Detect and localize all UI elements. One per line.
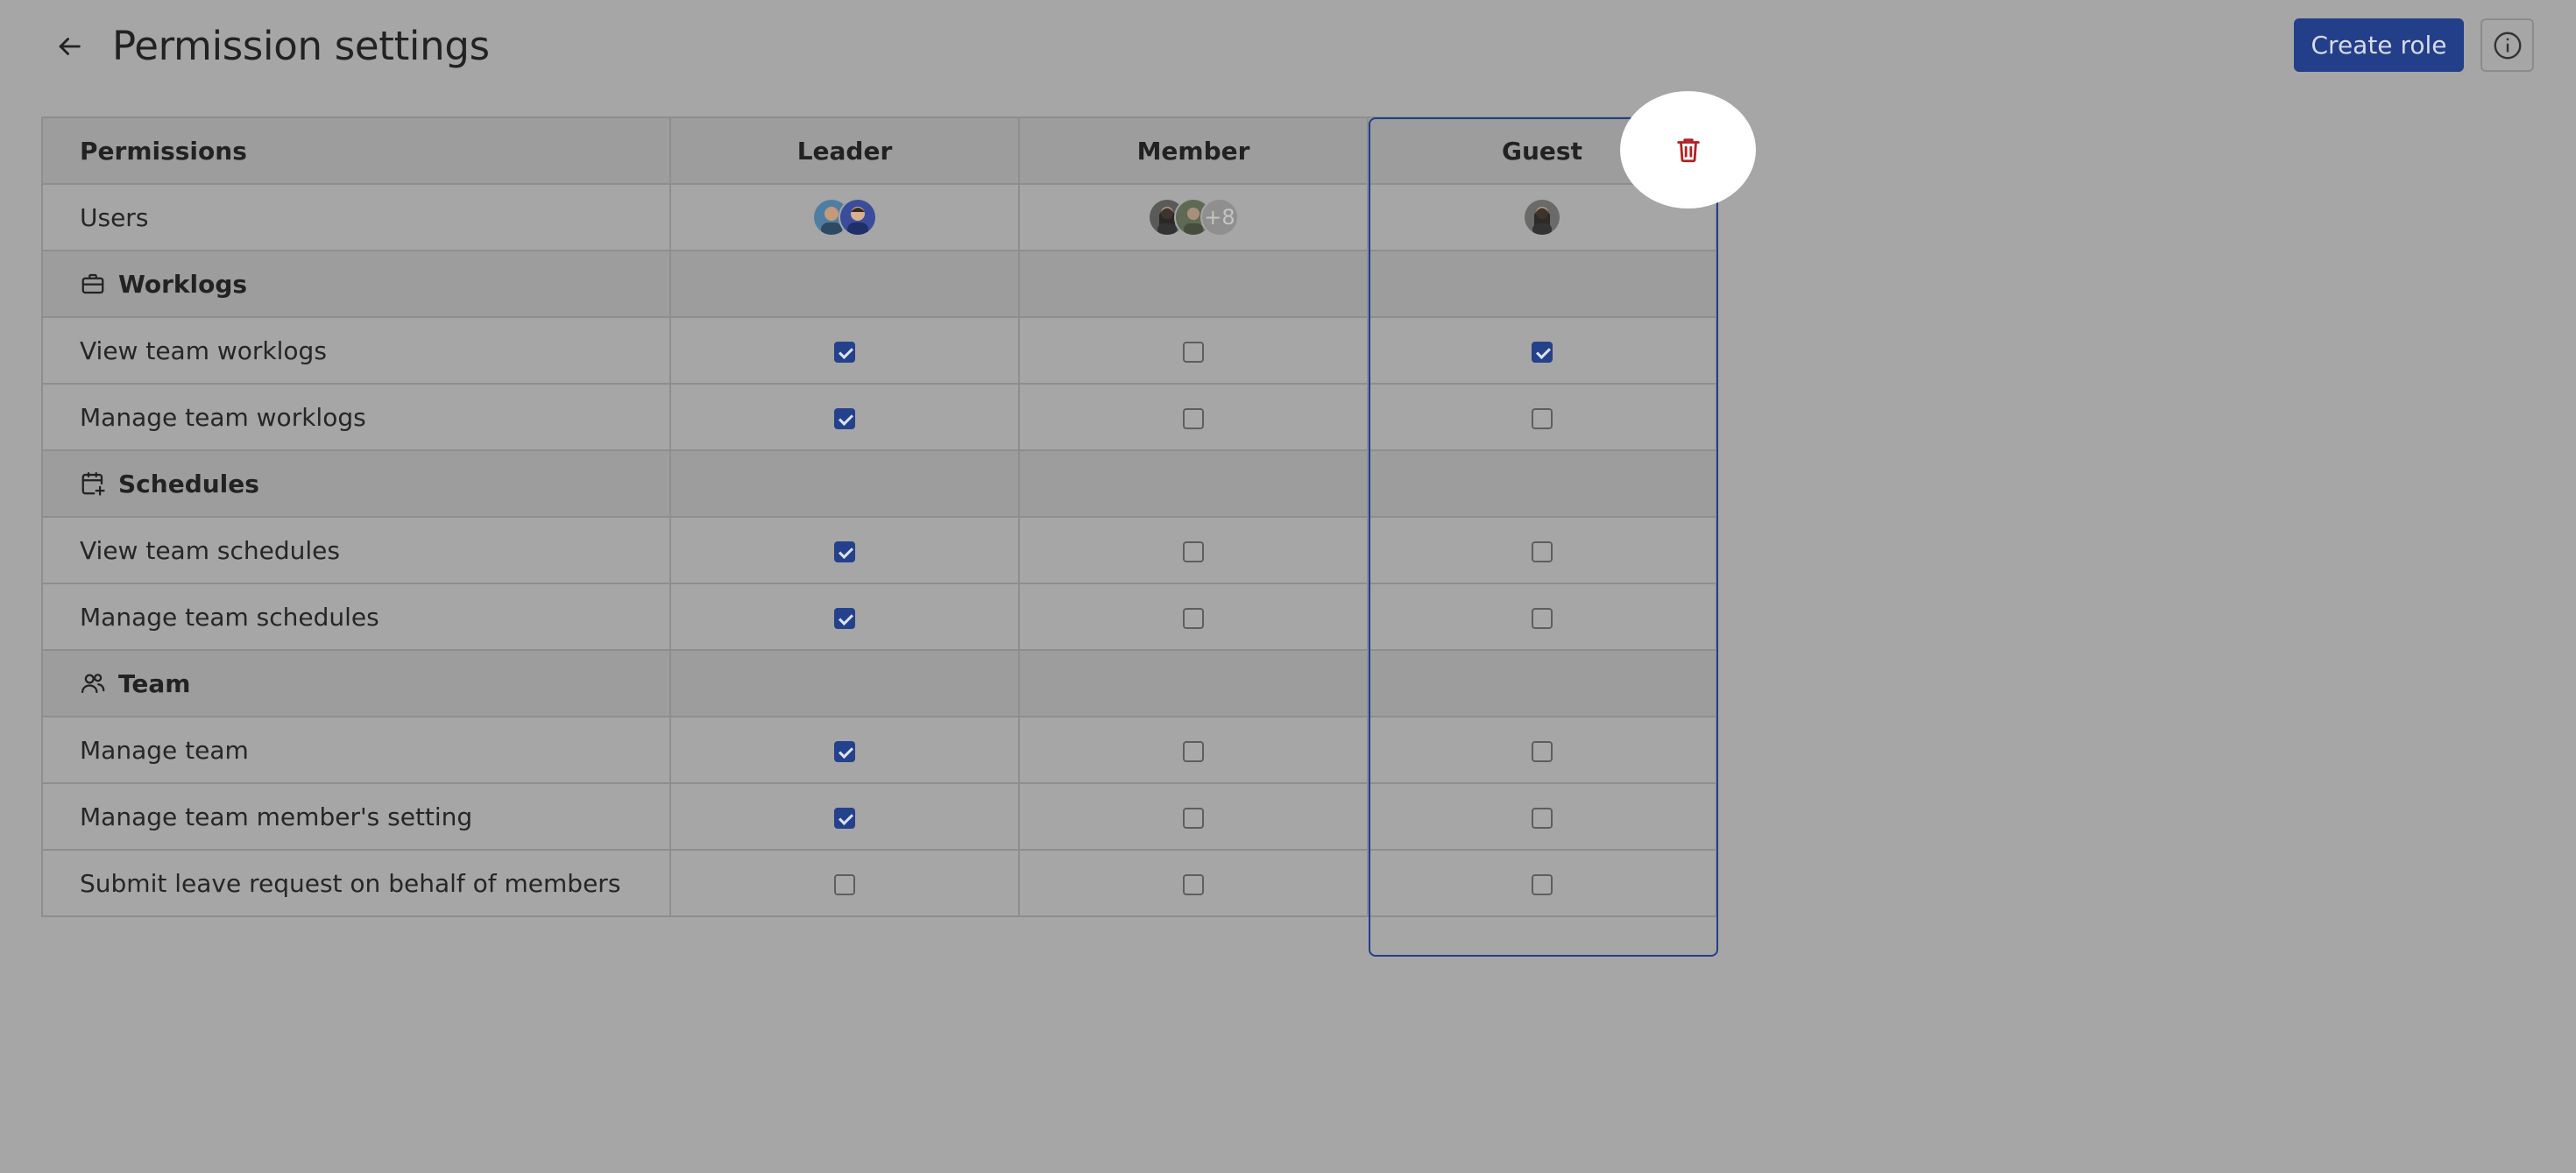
table-header-row: Permissions Leader Member Guest [41, 117, 1717, 185]
section-title: Worklogs [118, 269, 248, 299]
delete-role-button[interactable] [1620, 91, 1756, 208]
member-checkbox[interactable] [1183, 607, 1204, 629]
leader-users-cell[interactable] [669, 183, 1020, 251]
leader-checkbox[interactable] [834, 740, 855, 762]
guest-checkbox[interactable] [1532, 607, 1553, 629]
member-checkbox[interactable] [1183, 873, 1204, 895]
users-row: Users +8 [41, 183, 1717, 251]
page-title: Permission settings [112, 23, 490, 69]
section-title: Team [118, 668, 191, 698]
table-row: Manage team member's setting [41, 782, 1717, 851]
users-icon [81, 674, 105, 694]
member-checkbox[interactable] [1183, 807, 1204, 829]
member-checkbox[interactable] [1183, 341, 1204, 363]
member-users-cell[interactable]: +8 [1018, 183, 1369, 251]
table-row: Manage team schedules [41, 583, 1717, 651]
section-row-worklogs: Worklogs [41, 250, 1717, 318]
calendar-plus-icon [81, 472, 105, 496]
guest-checkbox[interactable] [1532, 407, 1553, 429]
leader-checkbox[interactable] [834, 407, 855, 429]
guest-checkbox[interactable] [1532, 740, 1553, 762]
briefcase-icon [81, 273, 104, 294]
leader-checkbox[interactable] [834, 341, 855, 363]
column-header-permissions: Permissions [41, 117, 671, 185]
leader-checkbox[interactable] [834, 541, 855, 562]
create-role-button[interactable]: Create role [2294, 18, 2464, 72]
leader-checkbox[interactable] [834, 607, 855, 629]
guest-checkbox[interactable] [1532, 341, 1553, 363]
arrow-left-icon [59, 38, 81, 55]
section-row-schedules: Schedules [41, 449, 1717, 518]
permission-label: Submit leave request on behalf of member… [41, 849, 671, 917]
leader-avatar-group[interactable] [812, 198, 877, 237]
more-users-badge: +8 [1200, 198, 1239, 237]
back-button[interactable] [47, 25, 91, 68]
member-checkbox[interactable] [1183, 541, 1204, 562]
table-row: View team schedules [41, 516, 1717, 584]
users-label: Users [41, 183, 671, 251]
section-title: Schedules [118, 469, 259, 498]
leader-checkbox[interactable] [834, 807, 855, 829]
guest-avatar-group[interactable] [1523, 198, 1561, 237]
column-header-leader: Leader [669, 117, 1020, 185]
permission-label: View team worklogs [41, 316, 671, 385]
permissions-table: Permissions Leader Member Guest Users +8… [41, 117, 1717, 917]
avatar [839, 198, 877, 237]
trash-icon [1676, 138, 1700, 163]
permission-label: Manage team [41, 716, 671, 784]
avatar [1523, 198, 1561, 237]
permission-label: Manage team member's setting [41, 782, 671, 851]
column-header-member: Member [1018, 117, 1369, 185]
permission-label: Manage team worklogs [41, 383, 671, 451]
info-icon [2494, 32, 2521, 59]
member-checkbox[interactable] [1183, 740, 1204, 762]
section-row-team: Team [41, 649, 1717, 717]
leader-checkbox[interactable] [834, 873, 855, 895]
guest-checkbox[interactable] [1532, 807, 1553, 829]
table-row: Manage team worklogs [41, 383, 1717, 451]
table-row: View team worklogs [41, 316, 1717, 385]
guest-checkbox[interactable] [1532, 873, 1553, 895]
table-row: Submit leave request on behalf of member… [41, 849, 1717, 917]
permission-label: Manage team schedules [41, 583, 671, 651]
info-button[interactable] [2480, 18, 2534, 72]
permission-label: View team schedules [41, 516, 671, 584]
member-avatar-group[interactable]: +8 [1148, 198, 1239, 237]
table-row: Manage team [41, 716, 1717, 784]
guest-checkbox[interactable] [1532, 541, 1553, 562]
member-checkbox[interactable] [1183, 407, 1204, 429]
